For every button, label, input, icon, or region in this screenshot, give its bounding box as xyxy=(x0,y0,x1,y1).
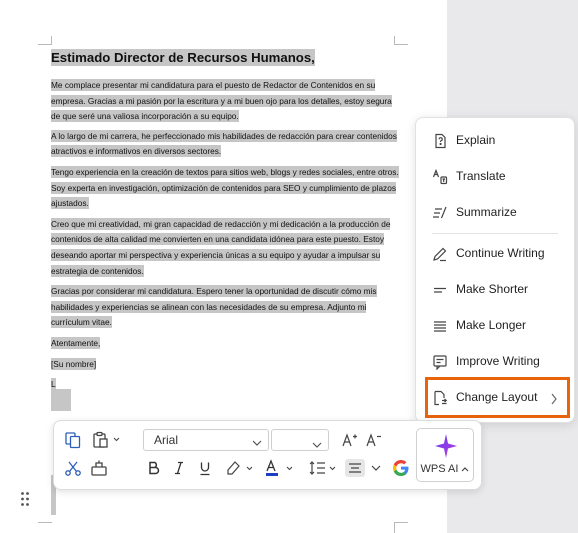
wps-ai-button[interactable]: WPS AI xyxy=(416,428,474,482)
wps-ai-label: WPS AI xyxy=(417,463,473,475)
decrease-font-size-button[interactable] xyxy=(364,429,384,451)
bold-icon xyxy=(148,461,160,475)
menu-item-translate[interactable]: Translate xyxy=(416,165,574,189)
alignment-dropdown[interactable] xyxy=(369,457,383,479)
increase-font-icon xyxy=(341,431,359,449)
crop-mark-top-right-h xyxy=(394,44,408,45)
italic-button[interactable] xyxy=(171,457,187,479)
underline-button[interactable] xyxy=(197,457,213,479)
change-layout-highlight-frame xyxy=(425,377,570,418)
cursor-line: L xyxy=(51,378,56,391)
menu-item-explain[interactable]: Explain xyxy=(416,129,574,153)
line-spacing-icon xyxy=(308,459,338,477)
paste-button[interactable] xyxy=(90,429,122,451)
translate-icon xyxy=(432,168,448,185)
floating-format-toolbar: Arial WPS AI xyxy=(53,420,482,490)
signature-line: [Su nombre] xyxy=(51,357,97,370)
paragraph-4: Creo que mi creatividad, mi gran capacid… xyxy=(51,217,391,277)
scissors-icon xyxy=(64,459,82,477)
bold-button[interactable] xyxy=(146,457,162,479)
decrease-font-icon xyxy=(365,431,383,449)
highlight-color-button[interactable] xyxy=(224,457,254,479)
paragraph-5: Gracias por considerar mi candidatura. E… xyxy=(51,285,377,329)
copy-icon xyxy=(64,431,82,449)
chevron-down-icon xyxy=(312,436,322,454)
crop-mark-top-left-h xyxy=(38,44,52,45)
font-size-select[interactable] xyxy=(271,429,329,451)
alignment-button[interactable] xyxy=(345,459,365,477)
highlighter-icon xyxy=(225,459,253,477)
font-color-icon xyxy=(263,459,295,477)
ai-sparkle-icon xyxy=(434,433,458,464)
font-color-button[interactable] xyxy=(262,457,296,479)
explain-icon xyxy=(432,133,448,149)
menu-divider xyxy=(432,233,558,234)
chevron-down-icon xyxy=(371,464,381,472)
copy-button[interactable] xyxy=(63,429,83,451)
make-longer-icon xyxy=(432,318,448,334)
paragraph-2: A lo largo de mi carrera, he perfecciona… xyxy=(51,129,397,158)
italic-icon xyxy=(173,461,185,475)
paragraph-3: Tengo experiencia en la creación de text… xyxy=(51,165,399,210)
document-body[interactable]: Estimado Director de Recursos Humanos, M… xyxy=(51,49,401,396)
google-icon xyxy=(392,459,410,477)
line-spacing-button[interactable] xyxy=(307,457,339,479)
format-painter-button[interactable] xyxy=(88,457,110,479)
crop-mark-top-right-v xyxy=(394,36,395,45)
drag-handle-icon[interactable] xyxy=(20,491,30,512)
continue-writing-icon xyxy=(432,246,448,262)
menu-item-continue-writing[interactable]: Continue Writing xyxy=(416,242,574,266)
summarize-icon xyxy=(432,205,448,221)
increase-font-size-button[interactable] xyxy=(340,429,360,451)
crop-mark-bottom-left-h xyxy=(38,522,52,523)
font-family-select[interactable]: Arial xyxy=(143,429,269,451)
paste-icon xyxy=(92,431,120,449)
align-center-icon xyxy=(345,463,365,481)
menu-item-make-longer[interactable]: Make Longer xyxy=(416,314,574,338)
letter-salutation: Estimado Director de Recursos Humanos, xyxy=(51,49,315,66)
crop-mark-bottom-right-h xyxy=(394,522,408,523)
format-painter-icon xyxy=(90,459,108,477)
cut-button[interactable] xyxy=(63,457,83,479)
google-search-button[interactable] xyxy=(391,457,411,479)
underline-icon xyxy=(199,461,211,476)
chevron-down-icon xyxy=(252,436,262,450)
menu-item-summarize[interactable]: Summarize xyxy=(416,201,574,225)
paragraph-1: Me complace presentar mi candidatura par… xyxy=(51,79,392,123)
crop-mark-top-left-v xyxy=(51,36,52,45)
improve-writing-icon xyxy=(432,354,448,371)
chevron-up-icon xyxy=(462,467,469,472)
closing-line: Atentamente, xyxy=(51,336,101,349)
font-family-value: Arial xyxy=(154,433,179,447)
crop-mark-bottom-right-v xyxy=(394,522,395,533)
menu-item-make-shorter[interactable]: Make Shorter xyxy=(416,278,574,302)
menu-item-improve-writing[interactable]: Improve Writing xyxy=(416,350,574,374)
make-shorter-icon xyxy=(432,282,448,298)
